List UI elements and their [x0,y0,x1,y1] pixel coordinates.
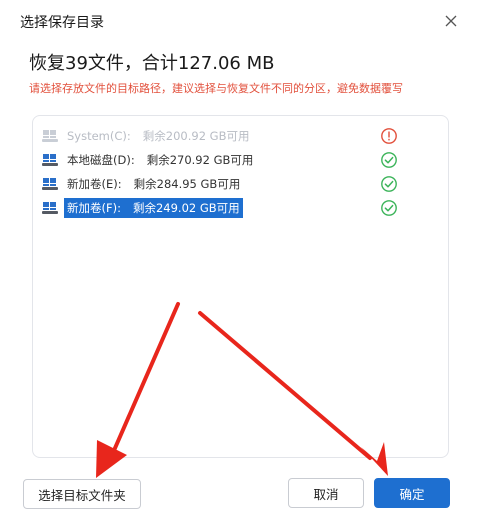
close-icon[interactable] [440,10,462,32]
dialog-titlebar: 选择保存目录 [0,0,480,40]
drive-item-e[interactable]: 新加卷(E): 剩余284.95 GB可用 [40,174,412,194]
drive-icon [42,154,58,166]
check-circle-icon [381,152,397,168]
check-circle-icon [381,176,397,192]
drive-icon [42,130,58,142]
drive-free-space: 剩余270.92 GB可用 [146,153,254,167]
drive-label: 新加卷(F): 剩余249.02 GB可用 [64,198,243,218]
drive-name: 新加卷(F): [67,201,121,215]
drive-free-space: 剩余249.02 GB可用 [132,201,240,215]
drive-label: System(C): 剩余200.92 GB可用 [64,126,252,146]
partition-warning-text: 请选择存放文件的目标路径，建议选择与恢复文件不同的分区，避免数据覆写 [29,82,403,95]
warning-circle-icon [381,128,397,144]
drive-item-d[interactable]: 本地磁盘(D): 剩余270.92 GB可用 [40,150,412,170]
confirm-button[interactable]: 确定 [374,478,450,508]
drive-free-space: 剩余284.95 GB可用 [133,177,241,191]
drive-icon [42,202,58,214]
recovery-summary-heading: 恢复39文件，合计127.06 MB [29,53,275,74]
drive-label: 新加卷(E): 剩余284.95 GB可用 [64,174,243,194]
drive-free-space: 剩余200.92 GB可用 [142,129,250,143]
drive-name: 新加卷(E): [67,177,122,191]
drive-item-f[interactable]: 新加卷(F): 剩余249.02 GB可用 [40,198,412,218]
cancel-button[interactable]: 取消 [288,478,364,508]
dialog-title: 选择保存目录 [20,15,104,31]
drive-name: 本地磁盘(D): [67,153,135,167]
check-circle-icon [381,200,397,216]
choose-target-folder-button[interactable]: 选择目标文件夹 [23,479,141,509]
drive-label: 本地磁盘(D): 剩余270.92 GB可用 [64,150,256,170]
drive-icon [42,178,58,190]
drive-item-c[interactable]: System(C): 剩余200.92 GB可用 [40,126,412,146]
drive-name: System(C): [67,129,131,143]
